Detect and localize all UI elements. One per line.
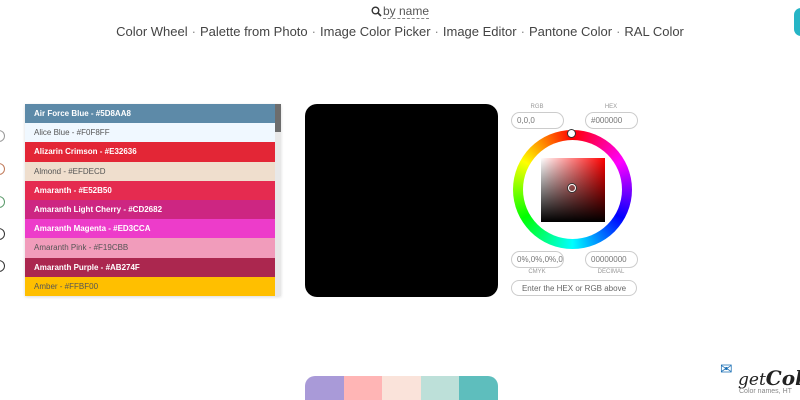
nav-separator: · xyxy=(434,24,439,39)
logo-tagline: Color names, HT xyxy=(739,388,792,395)
color-name-list[interactable]: Air Force Blue - #5D8AA8 Alice Blue - #F0… xyxy=(25,104,281,296)
decimal-label: DECIMAL xyxy=(597,269,625,275)
color-list-item[interactable]: Amaranth - #E52B50 xyxy=(25,180,281,200)
palette-swatches xyxy=(305,376,498,400)
logo-wordmark: getCol xyxy=(738,366,800,390)
site-logo[interactable]: ✉ getCol Color names, HT xyxy=(718,360,800,400)
nav-image-editor[interactable]: Image Editor xyxy=(443,24,517,39)
search-by-name-label: by name xyxy=(382,4,430,19)
cmyk-label: CMYK xyxy=(528,269,546,275)
color-list-item[interactable]: Amber - #FFBF00 xyxy=(25,276,281,296)
nav-separator: · xyxy=(520,24,525,39)
cmyk-input[interactable]: 0%,0%,0%,0 xyxy=(511,251,564,268)
color-list-item[interactable]: Amaranth Pink - #F19CBB xyxy=(25,238,281,258)
rgb-label: RGB xyxy=(530,104,544,110)
list-scrollbar-thumb[interactable] xyxy=(275,104,281,132)
nav-separator: · xyxy=(311,24,316,39)
hex-label: HEX xyxy=(604,104,618,110)
nav-separator: · xyxy=(616,24,621,39)
rgb-input[interactable]: 0,0,0 xyxy=(511,112,564,129)
side-share-button[interactable] xyxy=(0,163,5,175)
nav-pantone-color[interactable]: Pantone Color xyxy=(529,24,612,39)
nav-separator: · xyxy=(191,24,196,39)
corner-widget[interactable] xyxy=(794,8,800,36)
color-list-item[interactable]: Amaranth Magenta - #ED3CCA xyxy=(25,219,281,239)
magnifier-icon xyxy=(371,6,382,17)
decimal-input[interactable]: 00000000 xyxy=(585,251,638,268)
color-list-item[interactable]: Almond - #EFDECD xyxy=(25,161,281,181)
color-list-item[interactable]: Air Force Blue - #5D8AA8 xyxy=(25,104,281,124)
saturation-value-handle[interactable] xyxy=(568,184,576,192)
search-by-name-link[interactable]: by name xyxy=(0,4,800,19)
side-share-button[interactable] xyxy=(0,228,5,240)
side-share-button[interactable] xyxy=(0,130,5,142)
envelope-icon: ✉ xyxy=(720,361,733,378)
color-preview xyxy=(305,104,498,297)
color-wheel[interactable] xyxy=(513,129,632,249)
color-list-item[interactable]: Amaranth Purple - #AB274F xyxy=(25,257,281,277)
side-share-button[interactable] xyxy=(0,260,5,272)
hex-input[interactable]: #000000 xyxy=(585,112,638,129)
nav-ral-color[interactable]: RAL Color xyxy=(624,24,683,39)
hue-handle[interactable] xyxy=(567,129,576,138)
palette-swatch[interactable] xyxy=(459,376,498,400)
palette-swatch[interactable] xyxy=(420,376,460,400)
hex-rgb-entry-hint[interactable]: Enter the HEX or RGB above xyxy=(511,280,637,296)
color-list-item[interactable]: Alice Blue - #F0F8FF xyxy=(25,123,281,143)
nav-image-color-picker[interactable]: Image Color Picker xyxy=(320,24,431,39)
palette-swatch[interactable] xyxy=(305,376,344,400)
side-share-button[interactable] xyxy=(0,196,5,208)
palette-swatch[interactable] xyxy=(343,376,383,400)
main-nav: Color Wheel · Palette from Photo · Image Col… xyxy=(0,24,800,39)
palette-swatch[interactable] xyxy=(382,376,421,400)
nav-palette-from-photo[interactable]: Palette from Photo xyxy=(200,24,308,39)
list-scrollbar[interactable] xyxy=(275,104,281,296)
color-list-item[interactable]: Alizarin Crimson - #E32636 xyxy=(25,142,281,162)
nav-color-wheel[interactable]: Color Wheel xyxy=(116,24,188,39)
color-list-item[interactable]: Amaranth Light Cherry - #CD2682 xyxy=(25,199,281,220)
